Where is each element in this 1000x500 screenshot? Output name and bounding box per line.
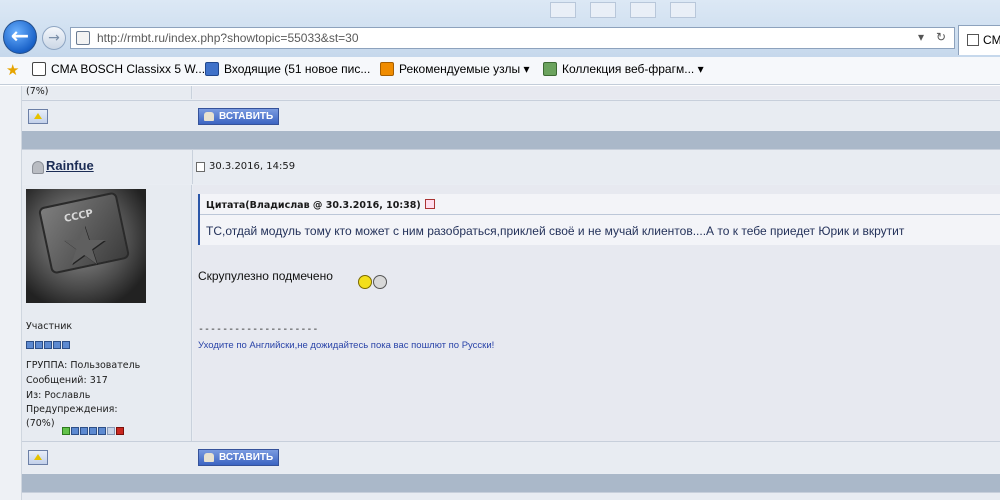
favorite-item[interactable]: CMA BOSCH Classixx 5 W... bbox=[32, 62, 205, 76]
search-dropdown-icon[interactable]: ▾ bbox=[918, 30, 924, 44]
rank-pip bbox=[35, 341, 43, 349]
scroll-top-button[interactable] bbox=[28, 109, 48, 124]
emoticon-icon bbox=[373, 275, 387, 289]
warn-pip bbox=[107, 427, 115, 435]
address-bar[interactable]: http://rmbt.ru/index.php?showtopic=55033… bbox=[70, 27, 955, 49]
feed-icon bbox=[380, 62, 394, 76]
avatar: ★ СССР bbox=[26, 189, 146, 303]
post-separator bbox=[22, 131, 1000, 149]
quote-text: ТС,отдай модуль тому кто может с ним раз… bbox=[206, 224, 905, 238]
user-messages: Сообщений: 317 bbox=[26, 375, 108, 386]
rank-pip bbox=[62, 341, 70, 349]
browser-toolbar: ← → http://rmbt.ru/index.php?showtopic=5… bbox=[0, 0, 1000, 57]
rank-pip bbox=[44, 341, 52, 349]
column-divider bbox=[192, 149, 193, 184]
quote-divider bbox=[200, 214, 1000, 215]
arrow-up-icon bbox=[34, 113, 42, 119]
page-icon bbox=[76, 31, 90, 45]
url-text[interactable]: http://rmbt.ru/index.php?showtopic=55033… bbox=[97, 31, 359, 45]
favorite-label: Рекомендуемые узлы ▾ bbox=[399, 62, 530, 76]
user-rank: Участник bbox=[26, 321, 73, 332]
warnings-value: (70%) bbox=[26, 418, 55, 429]
insert-button-label: ВСТАВИТЬ bbox=[219, 111, 274, 122]
post-icon bbox=[196, 162, 205, 172]
rank-pip bbox=[53, 341, 61, 349]
user-icon bbox=[204, 112, 214, 121]
favorite-label: CMA BOSCH Classixx 5 W... bbox=[51, 62, 206, 76]
arrow-up-icon bbox=[34, 454, 42, 460]
insert-button[interactable]: ВСТАВИТЬ bbox=[198, 449, 280, 466]
star-icon: ★ bbox=[60, 214, 109, 277]
page-icon bbox=[32, 62, 46, 76]
prev-warn-level: (7%) bbox=[26, 86, 49, 97]
warn-minus-pip[interactable] bbox=[62, 427, 70, 435]
warn-pip bbox=[89, 427, 97, 435]
quote-block: Цитата(Владислав @ 30.3.2016, 10:38) ТС,… bbox=[198, 194, 1000, 245]
post-separator bbox=[22, 474, 1000, 492]
favorites-bar: ★ CMA BOSCH Classixx 5 W... Входящие (51… bbox=[0, 57, 1000, 85]
forward-button[interactable]: → bbox=[42, 26, 66, 50]
prev-post-body bbox=[193, 86, 1000, 99]
quote-header: Цитата(Владислав @ 30.3.2016, 10:38) bbox=[206, 199, 435, 211]
quote-link-icon[interactable] bbox=[424, 199, 435, 209]
window-controls bbox=[550, 0, 1000, 20]
warnings-percent[interactable]: (70%) bbox=[26, 418, 55, 429]
next-post-header bbox=[22, 492, 1000, 500]
user-group: ГРУППА: Пользователь bbox=[26, 360, 141, 371]
tab-strip-button[interactable] bbox=[670, 2, 696, 18]
quote-author: Цитата(Владислав @ 30.3.2016, 10:38) bbox=[206, 200, 421, 211]
favorite-item[interactable]: Входящие (51 новое пис... bbox=[205, 62, 370, 76]
back-button[interactable]: ← bbox=[3, 20, 37, 54]
signature-text: Уходите по Английски,не дожидайтесь пока… bbox=[198, 340, 495, 351]
smile-icon bbox=[358, 275, 372, 289]
favorite-item[interactable]: Коллекция веб-фрагм... ▾ bbox=[543, 62, 704, 76]
favorites-star-icon[interactable]: ★ bbox=[6, 63, 19, 78]
tab-strip-button[interactable] bbox=[590, 2, 616, 18]
post-actions bbox=[22, 441, 1000, 473]
warnings-label: Предупреждения: bbox=[26, 404, 118, 415]
user-location: Из: Рославль bbox=[26, 390, 91, 401]
post-text: Скрупулезно подмечено bbox=[198, 269, 333, 283]
warn-pip bbox=[98, 427, 106, 435]
warn-pip bbox=[80, 427, 88, 435]
favorite-label: Входящие (51 новое пис... bbox=[224, 62, 371, 76]
forum-content: (7%) ВСТАВИТЬ Rainfue 30.3.2016, 14:59 ★… bbox=[0, 86, 1000, 500]
tab-page-icon bbox=[967, 34, 979, 46]
warn-plus-pip[interactable] bbox=[116, 427, 124, 435]
rank-pip bbox=[26, 341, 34, 349]
tab-strip-button[interactable] bbox=[630, 2, 656, 18]
rank-pips bbox=[26, 334, 71, 353]
refresh-icon[interactable]: ↻ bbox=[936, 30, 946, 44]
insert-button-label: ВСТАВИТЬ bbox=[219, 452, 274, 463]
prev-post-actions bbox=[22, 100, 1000, 130]
favorite-item[interactable]: Рекомендуемые узлы ▾ bbox=[380, 62, 530, 76]
scroll-top-button[interactable] bbox=[28, 450, 48, 465]
left-gutter bbox=[0, 86, 22, 500]
prev-post-sidebar: (7%) bbox=[22, 86, 192, 99]
warning-pips bbox=[62, 420, 125, 439]
tab-title: CMA bbox=[983, 33, 1000, 47]
insert-button[interactable]: ВСТАВИТЬ bbox=[198, 108, 280, 125]
tab-strip-button[interactable] bbox=[550, 2, 576, 18]
author-name[interactable]: Rainfue bbox=[46, 158, 94, 173]
warn-pip bbox=[71, 427, 79, 435]
user-offline-icon bbox=[32, 161, 44, 174]
active-tab[interactable]: CMA bbox=[958, 25, 1000, 55]
post-header-row bbox=[22, 149, 1000, 184]
webslice-icon bbox=[543, 62, 557, 76]
mail-icon bbox=[205, 62, 219, 76]
user-icon bbox=[204, 453, 214, 462]
post-date: 30.3.2016, 14:59 bbox=[209, 161, 296, 172]
favorite-label: Коллекция веб-фрагм... ▾ bbox=[562, 62, 704, 76]
signature-separator: -------------------- bbox=[198, 324, 319, 335]
